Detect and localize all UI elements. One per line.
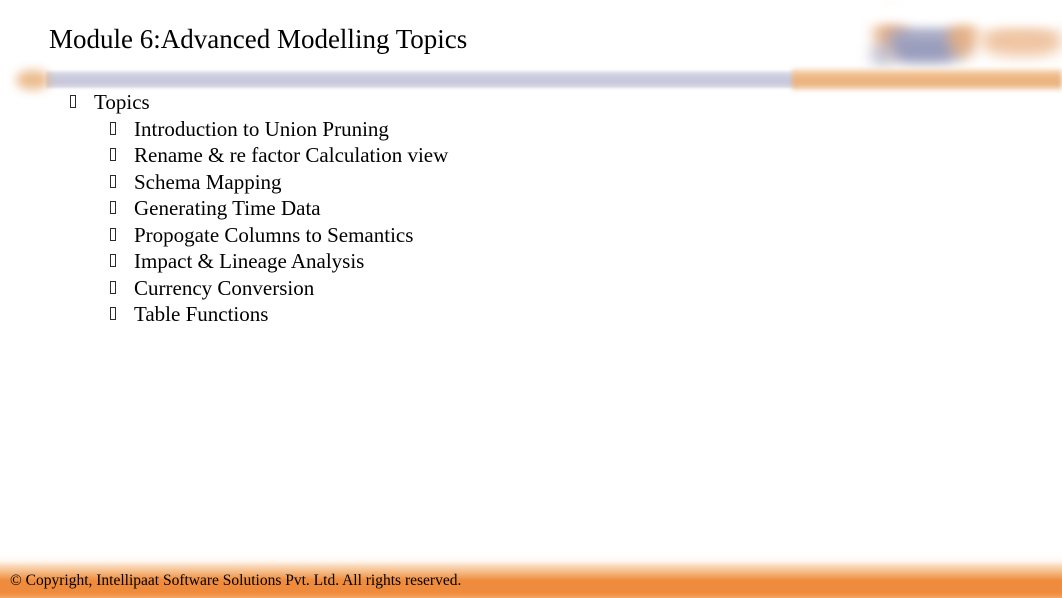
slide-body-bullet-list: Topics Introduction to Union Pruning Ren… — [0, 90, 1062, 329]
list-item-label: Impact & Lineage Analysis — [134, 249, 365, 273]
list-item: Table Functions — [0, 302, 1062, 329]
decoration-tan-shape-mid — [948, 14, 978, 58]
tofu-box-bullet-icon — [110, 174, 116, 188]
divider-accent-dot — [16, 70, 50, 90]
list-item-label: Propogate Columns to Semantics — [134, 222, 414, 247]
list-item: Schema Mapping — [0, 170, 1062, 197]
tofu-box-bullet-icon — [70, 95, 76, 108]
list-item: Impact & Lineage Analysis — [0, 249, 1062, 276]
copyright-notice: © Copyright, Intellipaat Software Soluti… — [10, 572, 462, 589]
tofu-box-bullet-icon — [110, 201, 116, 214]
list-item: Propogate Columns to Semantics — [0, 223, 1062, 250]
decoration-tan-shape-left — [874, 10, 908, 56]
list-item: Rename & re factor Calculation view — [0, 143, 1062, 170]
list-item-label: Rename & re factor Calculation view — [134, 143, 449, 167]
decoration-blue-shape-main — [888, 26, 966, 60]
list-item-label: Topics — [94, 90, 150, 114]
slide-footer-band: © Copyright, Intellipaat Software Soluti… — [0, 552, 1062, 598]
list-item: Generating Time Data — [0, 196, 1062, 223]
list-item: Introduction to Union Pruning — [0, 117, 1062, 144]
presentation-slide: Module 6:Advanced Modelling Topics Topic… — [0, 0, 1062, 598]
list-item: Topics — [0, 90, 1062, 117]
tofu-box-bullet-icon — [110, 280, 116, 294]
tofu-box-bullet-icon — [110, 307, 116, 320]
list-item-label: Introduction to Union Pruning — [134, 116, 389, 141]
divider-orange-segment — [792, 69, 1062, 90]
list-item-label: Table Functions — [134, 302, 269, 326]
list-item-label: Generating Time Data — [134, 196, 321, 220]
list-item: Currency Conversion — [0, 276, 1062, 303]
decoration-blue-shape-small — [870, 44, 894, 66]
decoration-tan-shape-right — [982, 26, 1062, 56]
decoration-white-fade — [862, 0, 1062, 24]
decoration-blue-shape-lower — [896, 44, 954, 60]
list-item-label: Currency Conversion — [134, 275, 315, 300]
slide-title: Module 6:Advanced Modelling Topics — [49, 24, 468, 54]
header-decoration-graphic — [862, 0, 1062, 92]
tofu-box-bullet-icon — [110, 148, 116, 161]
tofu-box-bullet-icon — [110, 227, 116, 241]
list-item-label: Schema Mapping — [134, 169, 282, 194]
divider-lavender-segment — [46, 71, 798, 88]
tofu-box-bullet-icon — [110, 254, 116, 267]
tofu-box-bullet-icon — [110, 121, 116, 135]
